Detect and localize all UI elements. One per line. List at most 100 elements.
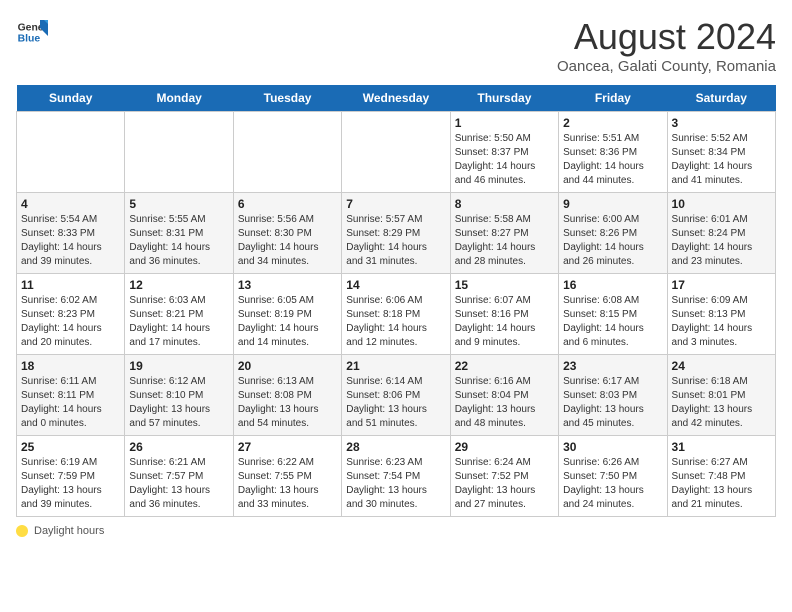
calendar-week-row: 1 Sunrise: 5:50 AM Sunset: 8:37 PM Daylig… (17, 112, 776, 193)
day-number: 12 (129, 278, 228, 292)
day-info: Sunrise: 6:00 AM Sunset: 8:26 PM Dayligh… (563, 213, 662, 269)
calendar-day-header: Saturday (667, 85, 775, 112)
footer: Daylight hours (16, 525, 776, 537)
calendar-cell: 8 Sunrise: 5:58 AM Sunset: 8:27 PM Daylig… (450, 193, 558, 274)
day-info: Sunrise: 6:23 AM Sunset: 7:54 PM Dayligh… (346, 456, 445, 512)
day-number: 24 (672, 359, 771, 373)
day-info: Sunrise: 6:17 AM Sunset: 8:03 PM Dayligh… (563, 375, 662, 431)
calendar-cell: 27Sunrise: 6:22 AM Sunset: 7:55 PM Dayli… (233, 436, 341, 517)
day-info: Sunrise: 6:16 AM Sunset: 8:04 PM Dayligh… (455, 375, 554, 431)
day-number: 15 (455, 278, 554, 292)
calendar-cell: 10 Sunrise: 6:01 AM Sunset: 8:24 PM Dayli… (667, 193, 775, 274)
day-info: Sunrise: 6:09 AM Sunset: 8:13 PM Dayligh… (672, 294, 771, 350)
day-number: 1 (455, 116, 554, 130)
calendar-cell (17, 112, 125, 193)
day-number: 9 (563, 197, 662, 211)
day-info: Sunrise: 6:24 AM Sunset: 7:52 PM Dayligh… (455, 456, 554, 512)
calendar-cell: 16 Sunrise: 6:08 AM Sunset: 8:15 PM Dayli… (559, 274, 667, 355)
page-header: General Blue August 2024 Oancea, Galati … (16, 16, 776, 75)
day-number: 31 (672, 440, 771, 454)
calendar-cell: 26 Sunrise: 6:21 AM Sunset: 7:57 PM Dayli… (125, 436, 233, 517)
calendar-week-row: 25Sunrise: 6:19 AM Sunset: 7:59 PM Dayli… (17, 436, 776, 517)
calendar-day-header: Friday (559, 85, 667, 112)
day-info: Sunrise: 6:07 AM Sunset: 8:16 PM Dayligh… (455, 294, 554, 350)
day-info: Sunrise: 5:55 AM Sunset: 8:31 PM Dayligh… (129, 213, 228, 269)
day-number: 30 (563, 440, 662, 454)
calendar-cell: 30 Sunrise: 6:26 AM Sunset: 7:50 PM Dayli… (559, 436, 667, 517)
day-number: 6 (238, 197, 337, 211)
day-number: 20 (238, 359, 337, 373)
day-number: 19 (129, 359, 228, 373)
day-info: Sunrise: 5:56 AM Sunset: 8:30 PM Dayligh… (238, 213, 337, 269)
calendar-cell (125, 112, 233, 193)
day-info: Sunrise: 6:21 AM Sunset: 7:57 PM Dayligh… (129, 456, 228, 512)
calendar-cell: 21 Sunrise: 6:14 AM Sunset: 8:06 PM Dayli… (342, 355, 450, 436)
day-info: Sunrise: 5:54 AM Sunset: 8:33 PM Dayligh… (21, 213, 120, 269)
day-info: Sunrise: 5:50 AM Sunset: 8:37 PM Dayligh… (455, 132, 554, 188)
day-info: Sunrise: 6:02 AM Sunset: 8:23 PM Dayligh… (21, 294, 120, 350)
title-block: August 2024 Oancea, Galati County, Roman… (557, 16, 776, 75)
calendar-cell: 17 Sunrise: 6:09 AM Sunset: 8:13 PM Dayli… (667, 274, 775, 355)
day-info: Sunrise: 5:57 AM Sunset: 8:29 PM Dayligh… (346, 213, 445, 269)
calendar-cell: 11 Sunrise: 6:02 AM Sunset: 8:23 PM Dayli… (17, 274, 125, 355)
calendar-cell: 13 Sunrise: 6:05 AM Sunset: 8:19 PM Dayli… (233, 274, 341, 355)
calendar-cell: 1 Sunrise: 5:50 AM Sunset: 8:37 PM Daylig… (450, 112, 558, 193)
calendar-week-row: 4Sunrise: 5:54 AM Sunset: 8:33 PM Daylig… (17, 193, 776, 274)
calendar-cell: 6 Sunrise: 5:56 AM Sunset: 8:30 PM Daylig… (233, 193, 341, 274)
day-number: 5 (129, 197, 228, 211)
calendar-week-row: 11 Sunrise: 6:02 AM Sunset: 8:23 PM Dayli… (17, 274, 776, 355)
day-number: 16 (563, 278, 662, 292)
day-info: Sunrise: 6:06 AM Sunset: 8:18 PM Dayligh… (346, 294, 445, 350)
daylight-icon (16, 525, 28, 537)
day-info: Sunrise: 6:26 AM Sunset: 7:50 PM Dayligh… (563, 456, 662, 512)
day-number: 28 (346, 440, 445, 454)
svg-text:Blue: Blue (18, 34, 41, 45)
day-info: Sunrise: 6:01 AM Sunset: 8:24 PM Dayligh… (672, 213, 771, 269)
day-number: 10 (672, 197, 771, 211)
calendar-cell: 2Sunrise: 5:51 AM Sunset: 8:36 PM Daylig… (559, 112, 667, 193)
calendar-cell: 5 Sunrise: 5:55 AM Sunset: 8:31 PM Daylig… (125, 193, 233, 274)
calendar-day-header: Thursday (450, 85, 558, 112)
day-number: 26 (129, 440, 228, 454)
calendar-cell: 18 Sunrise: 6:11 AM Sunset: 8:11 PM Dayli… (17, 355, 125, 436)
day-info: Sunrise: 6:14 AM Sunset: 8:06 PM Dayligh… (346, 375, 445, 431)
logo-icon: General Blue (16, 16, 48, 48)
day-info: Sunrise: 6:18 AM Sunset: 8:01 PM Dayligh… (672, 375, 771, 431)
day-info: Sunrise: 5:58 AM Sunset: 8:27 PM Dayligh… (455, 213, 554, 269)
calendar-cell: 23Sunrise: 6:17 AM Sunset: 8:03 PM Dayli… (559, 355, 667, 436)
day-number: 11 (21, 278, 120, 292)
day-info: Sunrise: 6:03 AM Sunset: 8:21 PM Dayligh… (129, 294, 228, 350)
subtitle: Oancea, Galati County, Romania (557, 58, 776, 75)
calendar-cell: 22Sunrise: 6:16 AM Sunset: 8:04 PM Dayli… (450, 355, 558, 436)
calendar-header-row: SundayMondayTuesdayWednesdayThursdayFrid… (17, 85, 776, 112)
day-info: Sunrise: 6:05 AM Sunset: 8:19 PM Dayligh… (238, 294, 337, 350)
calendar-cell: 19 Sunrise: 6:12 AM Sunset: 8:10 PM Dayli… (125, 355, 233, 436)
calendar-cell: 9 Sunrise: 6:00 AM Sunset: 8:26 PM Daylig… (559, 193, 667, 274)
calendar-cell (342, 112, 450, 193)
calendar-day-header: Wednesday (342, 85, 450, 112)
day-info: Sunrise: 6:12 AM Sunset: 8:10 PM Dayligh… (129, 375, 228, 431)
day-number: 18 (21, 359, 120, 373)
calendar-cell (233, 112, 341, 193)
calendar-cell: 29 Sunrise: 6:24 AM Sunset: 7:52 PM Dayli… (450, 436, 558, 517)
day-number: 13 (238, 278, 337, 292)
calendar-cell: 25Sunrise: 6:19 AM Sunset: 7:59 PM Dayli… (17, 436, 125, 517)
calendar-day-header: Tuesday (233, 85, 341, 112)
calendar-table: SundayMondayTuesdayWednesdayThursdayFrid… (16, 85, 776, 517)
day-number: 8 (455, 197, 554, 211)
day-number: 29 (455, 440, 554, 454)
calendar-cell: 3Sunrise: 5:52 AM Sunset: 8:34 PM Daylig… (667, 112, 775, 193)
calendar-cell: 12 Sunrise: 6:03 AM Sunset: 8:21 PM Dayli… (125, 274, 233, 355)
day-number: 21 (346, 359, 445, 373)
day-number: 17 (672, 278, 771, 292)
calendar-week-row: 18 Sunrise: 6:11 AM Sunset: 8:11 PM Dayli… (17, 355, 776, 436)
day-info: Sunrise: 6:13 AM Sunset: 8:08 PM Dayligh… (238, 375, 337, 431)
day-info: Sunrise: 6:08 AM Sunset: 8:15 PM Dayligh… (563, 294, 662, 350)
calendar-cell: 24 Sunrise: 6:18 AM Sunset: 8:01 PM Dayli… (667, 355, 775, 436)
day-number: 7 (346, 197, 445, 211)
main-title: August 2024 (557, 16, 776, 58)
day-info: Sunrise: 6:11 AM Sunset: 8:11 PM Dayligh… (21, 375, 120, 431)
day-number: 14 (346, 278, 445, 292)
day-number: 27 (238, 440, 337, 454)
footer-label: Daylight hours (34, 525, 104, 537)
